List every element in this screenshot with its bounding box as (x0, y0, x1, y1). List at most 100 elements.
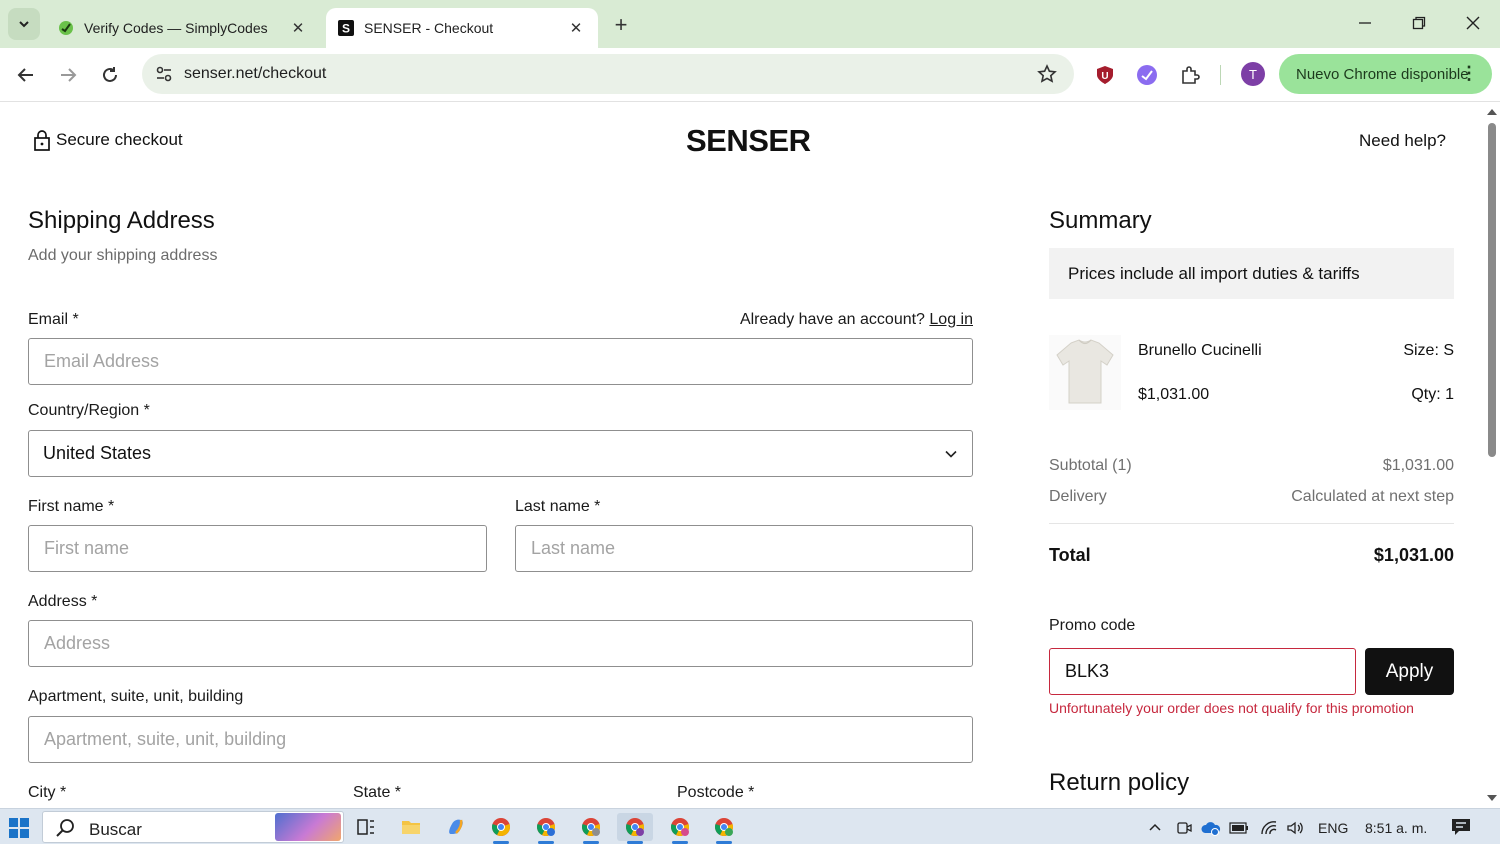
postcode-label: Postcode * (677, 784, 755, 801)
chrome-taskbar-button-2[interactable] (528, 813, 564, 844)
chrome-profile-icon (537, 818, 555, 836)
svg-text:S: S (342, 22, 350, 36)
chrome-taskbar-button-active[interactable] (617, 813, 653, 844)
file-explorer-button[interactable] (393, 813, 429, 841)
tab-strip: Verify Codes — SimplyCodes ✕ S SENSER - … (0, 0, 1500, 48)
windows-start-icon[interactable] (8, 817, 30, 839)
scroll-up-arrow-icon[interactable] (1487, 109, 1497, 115)
forward-arrow-icon (61, 68, 77, 82)
first-name-input[interactable] (29, 526, 486, 571)
reload-button[interactable] (95, 60, 125, 90)
system-clock[interactable]: 8:51 a. m. (1365, 820, 1427, 836)
folder-icon (402, 821, 420, 834)
apartment-input[interactable] (29, 717, 972, 762)
tab-search-button[interactable] (8, 8, 40, 40)
scroll-down-arrow-icon[interactable] (1487, 795, 1497, 801)
task-view-button[interactable] (348, 813, 384, 841)
tariff-note: Prices include all import duties & tarif… (1049, 248, 1454, 299)
back-button[interactable] (11, 60, 41, 90)
minimize-icon (1359, 22, 1371, 24)
chrome-taskbar-button-6[interactable] (706, 813, 742, 844)
chrome-profile-icon (715, 818, 733, 836)
svg-text:U: U (1101, 71, 1108, 82)
address-label: Address * (28, 593, 98, 610)
address-field[interactable] (28, 620, 973, 667)
chevron-down-icon (19, 21, 29, 28)
update-label: Nuevo Chrome disponible (1296, 65, 1469, 83)
state-label: State * (353, 784, 402, 801)
address-bar[interactable]: senser.net/checkout (142, 54, 1074, 94)
delivery-label: Delivery (1049, 488, 1107, 505)
onedrive-icon[interactable] (1200, 817, 1222, 839)
promo-label: Promo code (1049, 617, 1136, 634)
wifi-icon[interactable] (1258, 817, 1280, 839)
secure-checkout-label: Secure checkout (56, 130, 183, 149)
address-input[interactable] (29, 621, 972, 666)
minimize-button[interactable] (1345, 8, 1385, 38)
input-language[interactable]: ENG (1318, 820, 1348, 836)
copilot-icon (449, 819, 463, 834)
delivery-value: Calculated at next step (1291, 488, 1454, 505)
promo-code-input[interactable] (1050, 649, 1355, 694)
chrome-taskbar-button-5[interactable] (662, 813, 698, 844)
checkout-page: Secure checkout SENSER Need help? Shippi… (0, 103, 1484, 808)
summary-divider (1049, 523, 1454, 524)
apartment-field[interactable] (28, 716, 973, 763)
account-prompt: Already have an account? Log in (740, 311, 973, 329)
subtotal-value: $1,031.00 (1382, 457, 1454, 474)
back-arrow-icon (17, 68, 33, 82)
toolbar-divider (1220, 65, 1221, 85)
account-prompt-text: Already have an account? (739, 311, 925, 328)
apply-promo-button[interactable]: Apply (1365, 648, 1454, 695)
apartment-label: Apartment, suite, unit, building (28, 688, 244, 705)
product-size: Size: S (1403, 342, 1454, 359)
battery-icon[interactable] (1228, 817, 1250, 839)
restore-button[interactable] (1399, 8, 1439, 38)
new-tab-button[interactable]: + (608, 12, 634, 38)
last-name-input[interactable] (516, 526, 972, 571)
copilot-button[interactable] (438, 813, 474, 841)
volume-icon[interactable] (1284, 817, 1306, 839)
chrome-taskbar-button-3[interactable] (573, 813, 609, 844)
chrome-taskbar-button-1[interactable] (483, 813, 519, 844)
notifications-icon[interactable] (1450, 816, 1472, 838)
simplycodes-extension-icon[interactable] (1134, 62, 1160, 88)
meet-now-icon[interactable] (1173, 817, 1195, 839)
task-view-icon (357, 819, 374, 835)
last-name-field[interactable] (515, 525, 973, 572)
login-link[interactable]: Log in (929, 311, 973, 328)
close-window-button[interactable] (1453, 8, 1493, 38)
scrollbar-thumb[interactable] (1488, 123, 1496, 457)
profile-avatar[interactable]: T (1241, 62, 1265, 86)
tab-simplycodes[interactable]: Verify Codes — SimplyCodes ✕ (46, 8, 320, 48)
promo-code-field[interactable] (1049, 648, 1356, 695)
senser-favicon-icon: S (338, 20, 354, 36)
tab-title: Verify Codes — SimplyCodes (84, 20, 268, 36)
chrome-update-button[interactable]: Nuevo Chrome disponible ⋮ (1279, 54, 1492, 94)
email-input[interactable] (29, 339, 972, 384)
close-tab-icon[interactable]: ✕ (288, 18, 308, 38)
product-image[interactable] (1049, 335, 1121, 410)
country-select[interactable]: United States (28, 430, 973, 477)
taskbar-search[interactable]: Buscar (42, 811, 344, 843)
site-settings-icon[interactable] (152, 62, 176, 86)
tab-senser-checkout[interactable]: S SENSER - Checkout ✕ (326, 8, 598, 48)
extensions-puzzle-icon[interactable] (1177, 62, 1203, 88)
return-policy-title[interactable]: Return policy (1049, 769, 1189, 797)
ublock-extension-icon[interactable]: U (1092, 62, 1118, 88)
close-tab-icon[interactable]: ✕ (566, 18, 586, 38)
email-field[interactable] (28, 338, 973, 385)
need-help-link[interactable]: Need help? (1359, 131, 1446, 151)
last-name-label: Last name * (515, 498, 601, 515)
show-hidden-icons-chevron-up-icon[interactable] (1144, 817, 1166, 839)
reload-icon (103, 67, 117, 82)
forward-button[interactable] (53, 60, 83, 90)
url-text[interactable]: senser.net/checkout (184, 65, 326, 83)
first-name-field[interactable] (28, 525, 487, 572)
total-label: Total (1049, 545, 1091, 565)
page-scrollbar[interactable] (1484, 103, 1500, 808)
tab-title: SENSER - Checkout (364, 20, 494, 36)
bookmark-star-icon[interactable] (1036, 63, 1058, 85)
more-menu-icon[interactable]: ⋮ (1460, 63, 1478, 84)
brand-logo[interactable]: SENSER (686, 123, 811, 159)
